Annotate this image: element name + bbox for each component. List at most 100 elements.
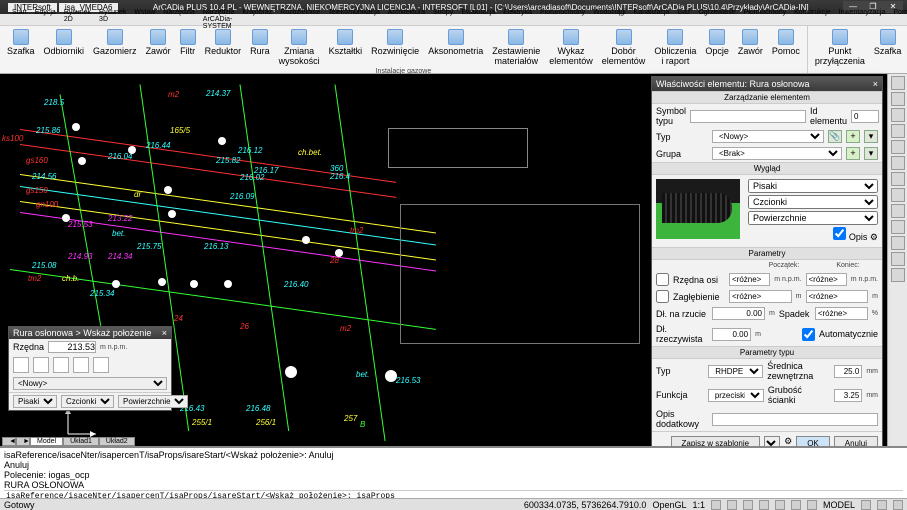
node-marker[interactable] <box>385 370 397 382</box>
ribbon-button[interactable]: Rura <box>247 28 273 67</box>
status-button[interactable] <box>743 500 753 510</box>
tool-button[interactable] <box>891 140 905 154</box>
tool-icon[interactable] <box>33 357 49 373</box>
slope-input[interactable] <box>815 307 868 320</box>
status-button[interactable] <box>791 500 801 510</box>
add-type-button[interactable]: + <box>846 130 860 143</box>
surfaces-select[interactable]: Powierzchnie <box>748 211 878 225</box>
ribbon-button[interactable]: Aksonometria <box>425 28 486 67</box>
node-marker[interactable] <box>62 214 70 222</box>
node-marker[interactable] <box>302 236 310 244</box>
ribbon-button[interactable]: Odbiorniki <box>41 28 88 67</box>
tool-button[interactable] <box>891 236 905 250</box>
node-marker[interactable] <box>72 123 80 131</box>
node-marker[interactable] <box>164 186 172 194</box>
ribbon-button[interactable]: Zawór <box>735 28 766 67</box>
depth-end-input[interactable] <box>806 290 869 303</box>
node-marker[interactable] <box>78 157 86 165</box>
elev-checkbox[interactable] <box>656 273 669 286</box>
ribbon-button[interactable]: Szafka <box>4 28 38 67</box>
tool-button[interactable] <box>891 204 905 218</box>
tool-button[interactable] <box>891 172 905 186</box>
status-button[interactable] <box>807 500 817 510</box>
add-group-button[interactable]: + <box>846 147 860 160</box>
status-button[interactable] <box>893 500 903 510</box>
status-button[interactable] <box>877 500 887 510</box>
type-select[interactable]: <Nowy> <box>712 130 824 143</box>
material-type-select[interactable]: RHDPE <box>708 365 763 378</box>
node-marker[interactable] <box>190 280 198 288</box>
node-marker[interactable] <box>168 210 176 218</box>
elev-end-input[interactable] <box>806 273 847 286</box>
status-button[interactable] <box>759 500 769 510</box>
length-real-input[interactable] <box>712 328 751 341</box>
tool-button[interactable] <box>891 220 905 234</box>
properties-dialog[interactable]: Właściwości elementu: Rura osłonowa× Zar… <box>651 76 883 455</box>
type-dropdown-button[interactable]: ▾ <box>864 130 878 143</box>
tool-icon[interactable] <box>93 357 109 373</box>
desc-settings-button[interactable]: ⚙ <box>870 232 878 243</box>
tool-button[interactable] <box>891 252 905 266</box>
ribbon-button[interactable]: Opcje <box>702 28 732 67</box>
tool-button[interactable] <box>891 76 905 90</box>
elevation-input[interactable] <box>48 341 96 353</box>
close-icon[interactable]: × <box>873 79 878 89</box>
ribbon-button[interactable]: Dobór elementów <box>599 28 649 67</box>
length-plan-input[interactable] <box>712 307 765 320</box>
tool-button[interactable] <box>891 156 905 170</box>
pens-select[interactable]: Pisaki <box>13 395 57 408</box>
status-button[interactable] <box>861 500 871 510</box>
node-marker[interactable] <box>285 366 297 378</box>
tool-button[interactable] <box>891 268 905 282</box>
tool-button[interactable] <box>891 92 905 106</box>
ribbon-button[interactable]: Obliczenia i raport <box>651 28 699 67</box>
auto-checkbox[interactable] <box>802 328 815 341</box>
tab-model[interactable]: Model <box>30 437 63 446</box>
node-marker[interactable] <box>335 249 343 257</box>
status-button[interactable] <box>775 500 785 510</box>
type-select[interactable]: <Nowy> <box>13 377 167 390</box>
node-marker[interactable] <box>224 280 232 288</box>
status-button[interactable] <box>727 500 737 510</box>
casing-pipe-toolbox[interactable]: Rura osłonowa > Wskaż położenie× Rzędna … <box>8 326 172 411</box>
depth-start-input[interactable] <box>729 290 792 303</box>
tab-nav-next[interactable]: ► <box>16 437 30 446</box>
node-marker[interactable] <box>218 137 226 145</box>
elev-start-input[interactable] <box>729 273 770 286</box>
status-button[interactable] <box>711 500 721 510</box>
close-icon[interactable]: × <box>162 328 167 338</box>
ribbon-button[interactable]: Zmiana wysokości <box>276 28 323 67</box>
tool-button[interactable] <box>891 188 905 202</box>
fonts-select[interactable]: Czcionki <box>748 195 878 209</box>
tab-layout1[interactable]: Układ1 <box>63 437 99 446</box>
tool-button[interactable] <box>891 108 905 122</box>
group-dropdown-button[interactable]: ▾ <box>864 147 878 160</box>
thickness-input[interactable] <box>834 389 862 402</box>
diameter-input[interactable] <box>834 365 862 378</box>
ribbon-button[interactable]: Gazomierz <box>90 28 140 67</box>
node-marker[interactable] <box>128 146 136 154</box>
tab-layout2[interactable]: Układ2 <box>99 437 135 446</box>
tool-button[interactable] <box>891 124 905 138</box>
node-marker[interactable] <box>112 280 120 288</box>
save-type-button[interactable]: 📎 <box>828 130 842 143</box>
tool-icon[interactable] <box>13 357 29 373</box>
id-input[interactable] <box>851 110 879 123</box>
symbol-input[interactable] <box>690 110 806 123</box>
tab-nav-prev[interactable]: ◄ <box>2 437 16 446</box>
depth-checkbox[interactable] <box>656 290 669 303</box>
fonts-select[interactable]: Czcionki <box>61 395 114 408</box>
desc-checkbox[interactable] <box>833 227 846 240</box>
tool-icon[interactable] <box>73 357 89 373</box>
surfaces-select[interactable]: Powierzchnie <box>118 395 188 408</box>
ribbon-button[interactable]: Kształtki <box>326 28 366 67</box>
ribbon-button[interactable]: Rozwinięcie <box>368 28 422 67</box>
group-select[interactable]: <Brak> <box>712 147 842 160</box>
tool-icon[interactable] <box>53 357 69 373</box>
ribbon-button[interactable]: Filtr <box>177 28 199 67</box>
ribbon-button[interactable]: Reduktor <box>202 28 245 67</box>
extra-desc-input[interactable] <box>712 413 878 426</box>
ribbon-button[interactable]: Zawór <box>143 28 174 67</box>
node-marker[interactable] <box>158 278 166 286</box>
function-select[interactable]: przeciski i przewierty <box>708 389 764 402</box>
